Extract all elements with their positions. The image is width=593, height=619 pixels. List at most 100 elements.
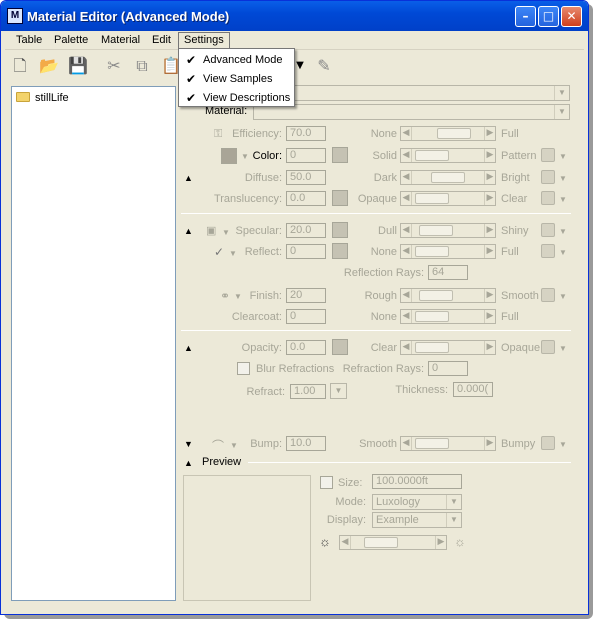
texture-map-icon[interactable] <box>541 340 555 354</box>
section-divider <box>248 462 571 463</box>
translucency-label: Translucency: <box>213 193 282 205</box>
reflect-hi: Full <box>501 246 519 258</box>
reflect-slider[interactable]: ◀ ▶ <box>400 244 496 259</box>
collapse-triangle-icon[interactable]: ▲ <box>184 343 193 353</box>
diffuse-slider[interactable]: ◀ ▶ <box>400 170 496 185</box>
material-tree[interactable]: stillLife <box>11 86 176 601</box>
opacity-label: Opacity: <box>241 342 282 354</box>
texture-map-icon[interactable] <box>541 244 555 258</box>
diffuse-input[interactable]: 50.0 <box>286 170 326 185</box>
check-icon: ✔ <box>186 53 197 67</box>
thickness-input[interactable]: 0.000( <box>453 382 493 397</box>
section-divider <box>181 213 571 214</box>
menu-item-label: Advanced Mode <box>203 54 283 66</box>
copy-icon[interactable]: ⧉ <box>131 55 153 77</box>
assign-material-icon[interactable]: ✎ <box>313 55 335 77</box>
minimize-button[interactable]: – <box>515 6 536 27</box>
chevron-down-icon[interactable]: ▼ <box>559 227 567 236</box>
bright-light-icon: ☼ <box>454 534 466 549</box>
clearcoat-input[interactable]: 0 <box>286 309 326 324</box>
menu-table[interactable]: Table <box>11 33 47 49</box>
color-lo: Solid <box>372 150 397 162</box>
finish-hi: Smooth <box>501 290 539 302</box>
preview-label: Preview <box>202 456 242 468</box>
texture-map-icon[interactable] <box>541 170 555 184</box>
preview-area <box>183 475 311 601</box>
chevron-down-icon: ▼ <box>554 105 569 119</box>
specular-slider[interactable]: ◀ ▶ <box>400 223 496 238</box>
size-checkbox[interactable] <box>320 476 333 489</box>
display-label: Display: <box>326 514 366 526</box>
close-button[interactable]: ✕ <box>561 6 582 27</box>
refract-input[interactable]: 1.00 <box>290 384 326 399</box>
display-select[interactable]: Example ▼ <box>372 512 462 528</box>
color-label: Color: <box>252 150 282 162</box>
chevron-down-icon[interactable]: ▼ <box>559 292 567 301</box>
chevron-down-icon[interactable]: ▼ <box>559 152 567 161</box>
mode-select[interactable]: Luxology ▼ <box>372 494 462 510</box>
reflect-input[interactable]: 0 <box>286 244 326 259</box>
finish-lo: Rough <box>364 290 397 302</box>
refract-dropdown[interactable]: ▼ <box>330 383 347 399</box>
menu-palette[interactable]: Palette <box>49 33 93 49</box>
bump-slider[interactable]: ◀ ▶ <box>400 436 496 451</box>
reflection-rays-input[interactable]: 64 <box>428 265 468 280</box>
chevron-down-icon[interactable]: ▼ <box>559 440 567 449</box>
save-icon[interactable]: 💾 <box>67 55 89 77</box>
specular-input[interactable]: 20.0 <box>286 223 326 238</box>
light-slider[interactable]: ◀ ▶ <box>339 535 447 550</box>
bump-input[interactable]: 10.0 <box>286 436 326 451</box>
chevron-down-icon[interactable]: ▼ <box>559 344 567 353</box>
opacity-slider[interactable]: ◀ ▶ <box>400 340 496 355</box>
material-combo[interactable]: ▼ <box>253 104 570 120</box>
texture-map-icon[interactable] <box>541 148 555 162</box>
finish-input[interactable]: 20 <box>286 288 326 303</box>
menu-edit[interactable]: Edit <box>147 33 176 49</box>
chevron-down-icon[interactable]: ▼ <box>559 248 567 257</box>
menu-item-view-descriptions[interactable]: ✔ View Descriptions <box>181 89 292 108</box>
tree-item-stilllife[interactable]: stillLife <box>16 92 69 106</box>
chevron-down-icon: ▼ <box>334 386 343 395</box>
opacity-input[interactable]: 0.0 <box>286 340 326 355</box>
efficiency-label: Efficiency: <box>232 128 282 140</box>
texture-map-icon[interactable] <box>541 436 555 450</box>
refract-label: Refract: <box>246 386 285 398</box>
expand-triangle-icon[interactable]: ▼ <box>184 439 193 449</box>
color-hi: Pattern <box>501 150 537 162</box>
efficiency-lock-icon: ⚿ <box>214 128 223 140</box>
efficiency-slider[interactable]: ◀ ▶ <box>400 126 496 141</box>
collapse-triangle-icon[interactable]: ▲ <box>184 458 193 468</box>
translucency-input[interactable]: 0.0 <box>286 191 326 206</box>
texture-map-icon[interactable] <box>541 288 555 302</box>
clearcoat-slider[interactable]: ◀ ▶ <box>400 309 496 324</box>
open-icon[interactable]: 📂 <box>38 55 60 77</box>
collapse-triangle-icon[interactable]: ▲ <box>184 226 193 236</box>
cut-icon[interactable]: ✂ <box>103 55 125 77</box>
menu-item-view-samples[interactable]: ✔ View Samples <box>181 70 292 89</box>
color-slider[interactable]: ◀ ▶ <box>400 148 496 163</box>
menu-material[interactable]: Material <box>96 33 145 49</box>
texture-map-icon[interactable] <box>541 191 555 205</box>
palette-combo[interactable]: ▼ <box>253 85 570 101</box>
color-swatch[interactable] <box>221 148 237 164</box>
bump-lo: Smooth <box>359 438 397 450</box>
clearcoat-label: Clearcoat: <box>231 311 282 323</box>
chevron-down-icon[interactable]: ▼ <box>559 174 567 183</box>
maximize-button[interactable]: □ <box>538 6 559 27</box>
finish-slider[interactable]: ◀ ▶ <box>400 288 496 303</box>
blur-refractions-checkbox[interactable] <box>237 362 250 375</box>
translucency-slider[interactable]: ◀ ▶ <box>400 191 496 206</box>
refraction-rays-input[interactable]: 0 <box>428 361 468 376</box>
tree-item-label: stillLife <box>35 92 69 104</box>
texture-map-icon[interactable] <box>541 223 555 237</box>
new-icon[interactable]: 🗋 <box>9 55 31 77</box>
title-bar[interactable]: M Material Editor (Advanced Mode) – □ ✕ <box>1 1 588 31</box>
collapse-triangle-icon[interactable]: ▲ <box>184 173 193 183</box>
chevron-down-icon[interactable]: ▼ <box>559 195 567 204</box>
menu-item-advanced-mode[interactable]: ✔ Advanced Mode <box>181 51 292 70</box>
size-input[interactable]: 100.0000ft <box>372 474 462 489</box>
efficiency-input[interactable]: 70.0 <box>286 126 326 141</box>
efficiency-hi: Full <box>501 128 519 140</box>
display-value: Example <box>376 514 419 526</box>
color-input[interactable]: 0 <box>286 148 326 163</box>
